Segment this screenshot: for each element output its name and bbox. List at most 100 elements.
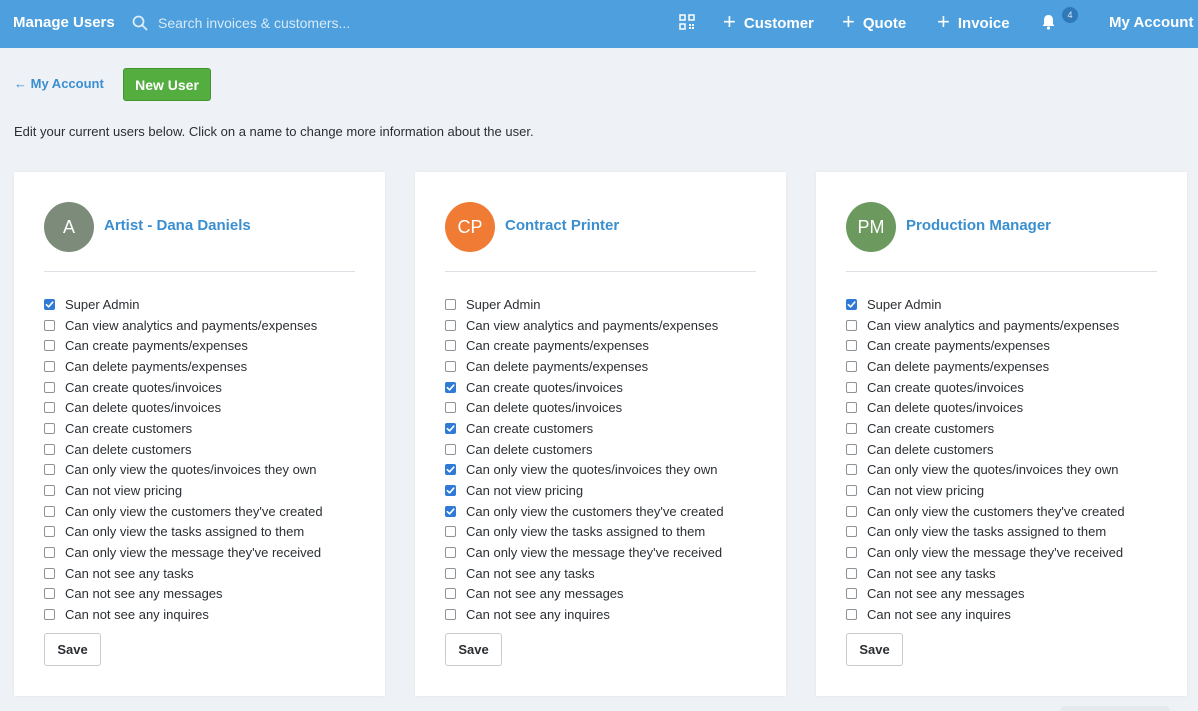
permission-checkbox[interactable] bbox=[445, 298, 456, 310]
permission-checkbox[interactable] bbox=[44, 588, 55, 600]
user-card: PM Production Manager Super Admin Can view … bbox=[816, 172, 1187, 696]
avatar: PM bbox=[846, 202, 896, 252]
permission-item: Can only view the quotes/invoices they o… bbox=[44, 460, 323, 481]
permission-checkbox[interactable] bbox=[846, 464, 857, 476]
permission-checkbox[interactable] bbox=[445, 319, 456, 331]
bell-icon[interactable] bbox=[1041, 14, 1056, 30]
permission-item: Can only view the tasks assigned to them bbox=[445, 522, 724, 543]
back-to-my-account-link[interactable]: ← My Account bbox=[14, 76, 104, 91]
permission-checkbox[interactable] bbox=[44, 526, 55, 538]
permission-list: Super Admin Can view analytics and paymen… bbox=[846, 294, 1125, 625]
save-button[interactable]: Save bbox=[44, 633, 101, 666]
permission-item: Can delete quotes/invoices bbox=[445, 397, 724, 418]
permission-checkbox[interactable] bbox=[445, 567, 456, 579]
permission-checkbox[interactable] bbox=[846, 422, 857, 434]
plus-icon: + bbox=[937, 9, 950, 34]
qr-code-icon[interactable] bbox=[679, 14, 695, 30]
permission-checkbox[interactable] bbox=[44, 402, 55, 414]
permission-item: Can create payments/expenses bbox=[846, 335, 1125, 356]
permission-label: Can create payments/expenses bbox=[466, 338, 649, 354]
permission-checkbox[interactable] bbox=[846, 526, 857, 538]
permission-checkbox[interactable] bbox=[44, 547, 55, 559]
permission-checkbox[interactable] bbox=[846, 443, 857, 455]
permission-checkbox[interactable] bbox=[445, 526, 456, 538]
permission-checkbox-checked[interactable] bbox=[445, 422, 456, 434]
permission-item: Can not see any messages bbox=[445, 584, 724, 605]
permission-label: Can create quotes/invoices bbox=[867, 379, 1024, 395]
permission-checkbox[interactable] bbox=[846, 381, 857, 393]
permission-checkbox-checked[interactable] bbox=[445, 505, 456, 517]
permission-label: Can create customers bbox=[466, 420, 594, 436]
permission-item: Super Admin bbox=[445, 294, 724, 315]
permission-checkbox[interactable] bbox=[44, 340, 55, 352]
permission-checkbox[interactable] bbox=[846, 609, 857, 621]
permission-item: Can not see any messages bbox=[44, 584, 323, 605]
permission-checkbox[interactable] bbox=[445, 360, 456, 372]
avatar: CP bbox=[445, 202, 495, 252]
permission-checkbox[interactable] bbox=[445, 340, 456, 352]
add-invoice-button[interactable]: + Invoice bbox=[937, 9, 1010, 34]
plus-icon: + bbox=[723, 9, 736, 34]
permission-checkbox[interactable] bbox=[44, 443, 55, 455]
permission-checkbox[interactable] bbox=[846, 588, 857, 600]
permission-checkbox[interactable] bbox=[44, 360, 55, 372]
permission-checkbox[interactable] bbox=[44, 505, 55, 517]
permission-label: Can not see any tasks bbox=[867, 565, 996, 581]
permission-checkbox-checked[interactable] bbox=[445, 381, 456, 393]
permission-label: Can not see any messages bbox=[867, 586, 1025, 602]
permission-checkbox[interactable] bbox=[445, 609, 456, 621]
my-account-menu[interactable]: My Account bbox=[1109, 14, 1193, 31]
permission-checkbox[interactable] bbox=[44, 464, 55, 476]
save-button[interactable]: Save bbox=[846, 633, 903, 666]
permission-item: Super Admin bbox=[44, 294, 323, 315]
divider bbox=[846, 271, 1157, 272]
permission-checkbox[interactable] bbox=[44, 422, 55, 434]
permission-label: Can not view pricing bbox=[466, 483, 584, 499]
permission-checkbox[interactable] bbox=[445, 402, 456, 414]
permission-checkbox[interactable] bbox=[846, 360, 857, 372]
permission-checkbox[interactable] bbox=[846, 567, 857, 579]
add-customer-button[interactable]: + Customer bbox=[723, 9, 814, 34]
permission-checkbox[interactable] bbox=[44, 381, 55, 393]
add-quote-button[interactable]: + Quote bbox=[842, 11, 906, 34]
permission-checkbox[interactable] bbox=[44, 609, 55, 621]
permission-checkbox-checked[interactable] bbox=[445, 485, 456, 497]
permission-checkbox[interactable] bbox=[846, 319, 857, 331]
permission-label: Can not see any tasks bbox=[65, 565, 194, 581]
permission-checkbox[interactable] bbox=[44, 485, 55, 497]
permission-item: Can create quotes/invoices bbox=[44, 377, 323, 398]
permission-checkbox[interactable] bbox=[846, 340, 857, 352]
permission-item: Can only view the tasks assigned to them bbox=[846, 522, 1125, 543]
user-card: CP Contract Printer Super Admin Can view an… bbox=[415, 172, 786, 696]
user-name-link[interactable]: Production Manager bbox=[906, 217, 1051, 234]
permission-checkbox[interactable] bbox=[44, 319, 55, 331]
permission-item: Can view analytics and payments/expenses bbox=[846, 315, 1125, 336]
permission-checkbox-checked[interactable] bbox=[846, 298, 857, 310]
save-button[interactable]: Save bbox=[445, 633, 502, 666]
permission-checkbox[interactable] bbox=[445, 547, 456, 559]
permission-item: Can create customers bbox=[846, 418, 1125, 439]
permission-checkbox[interactable] bbox=[846, 505, 857, 517]
permission-item: Can not see any inquires bbox=[445, 604, 724, 625]
permission-item: Can create quotes/invoices bbox=[846, 377, 1125, 398]
permission-item: Can only view the message they've receiv… bbox=[846, 542, 1125, 563]
permission-item: Can not view pricing bbox=[445, 480, 724, 501]
permission-label: Can create customers bbox=[65, 420, 193, 436]
user-name-link[interactable]: Contract Printer bbox=[505, 217, 619, 234]
permission-item: Can create payments/expenses bbox=[445, 335, 724, 356]
permission-checkbox[interactable] bbox=[846, 547, 857, 559]
search-input[interactable] bbox=[152, 10, 532, 36]
permission-checkbox[interactable] bbox=[445, 588, 456, 600]
add-customer-label: Customer bbox=[743, 14, 814, 32]
permission-checkbox-checked[interactable] bbox=[44, 298, 55, 310]
permission-checkbox[interactable] bbox=[44, 567, 55, 579]
permission-item: Can only view the quotes/invoices they o… bbox=[846, 460, 1125, 481]
new-user-button[interactable]: New User bbox=[123, 68, 211, 101]
permission-checkbox[interactable] bbox=[846, 402, 857, 414]
permission-label: Can delete customers bbox=[65, 441, 192, 457]
permission-checkbox[interactable] bbox=[846, 485, 857, 497]
permission-checkbox-checked[interactable] bbox=[445, 464, 456, 476]
permission-checkbox[interactable] bbox=[445, 443, 456, 455]
user-name-link[interactable]: Artist - Dana Daniels bbox=[104, 217, 251, 234]
permission-item: Can only view the tasks assigned to them bbox=[44, 522, 323, 543]
